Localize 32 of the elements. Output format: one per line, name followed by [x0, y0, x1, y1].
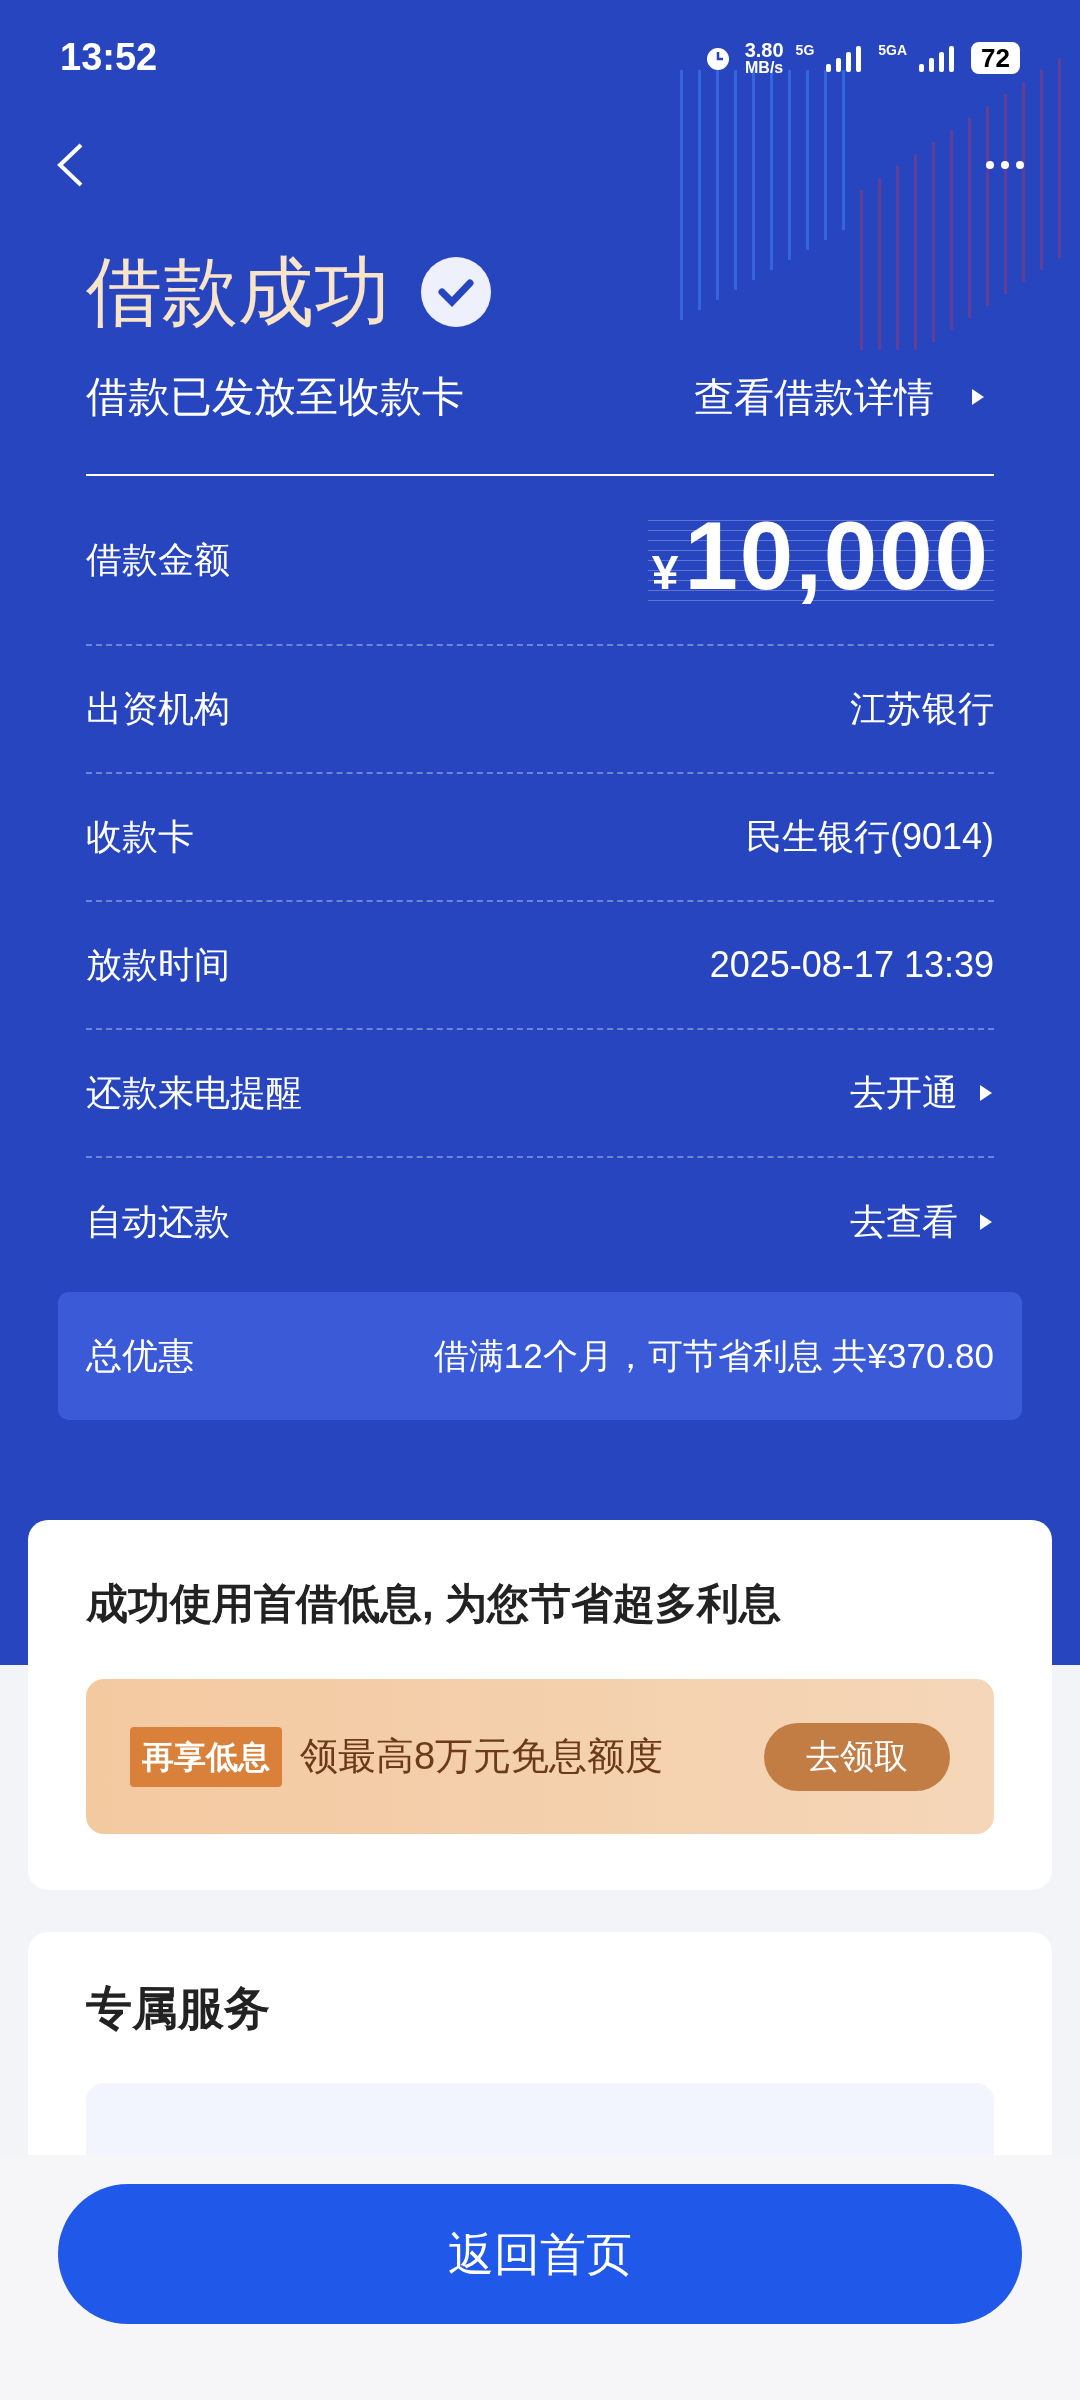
services-title: 专属服务 [86, 1981, 271, 2036]
row-label: 自动还款 [86, 1200, 230, 1244]
row-label: 出资机构 [86, 687, 230, 731]
triangle-right-icon [978, 1212, 994, 1232]
network-type-label: 5GA [878, 40, 908, 60]
subtitle: 借款已发放至收款卡 [86, 372, 464, 422]
row-label: 还款来电提醒 [86, 1071, 302, 1115]
home-button[interactable]: 返回首页 [58, 2184, 1022, 2324]
promo-text: 领最高8万元免息额度 [300, 1734, 664, 1779]
row-value: 民生银行(9014) [745, 815, 994, 859]
row-link[interactable]: 去查看 [850, 1195, 994, 1249]
network-speed-unit: MB/s [745, 59, 784, 76]
more-icon[interactable] [985, 160, 1025, 170]
triangle-right-icon [970, 386, 986, 407]
row-label: 借款金额 [86, 538, 230, 582]
battery-indicator: 72 [971, 41, 1020, 74]
details-link[interactable]: 查看借款详情 [694, 366, 994, 427]
triangle-right-icon [978, 1083, 994, 1103]
back-icon[interactable] [55, 142, 85, 188]
network-type-label: 5G [795, 40, 815, 60]
row-label: 收款卡 [86, 815, 194, 859]
row-value: 江苏银行 [850, 687, 994, 731]
network-speed-value: 3.80 [744, 39, 784, 60]
row-value: 2025-08-17 13:39 [709, 943, 994, 987]
promo-tag: 再享低息 [130, 1726, 282, 1787]
status-time: 13:52 [60, 35, 158, 80]
discount-text: 借满12个月，可节省利息 共¥370.80 [433, 1334, 994, 1377]
promo-title: 成功使用首借低息, 为您节省超多利息 [86, 1579, 783, 1629]
page-title: 借款成功 [86, 249, 390, 336]
row-label: 放款时间 [86, 943, 230, 987]
row-link[interactable]: 去开通 [850, 1066, 994, 1120]
discount-label: 总优惠 [86, 1334, 194, 1378]
